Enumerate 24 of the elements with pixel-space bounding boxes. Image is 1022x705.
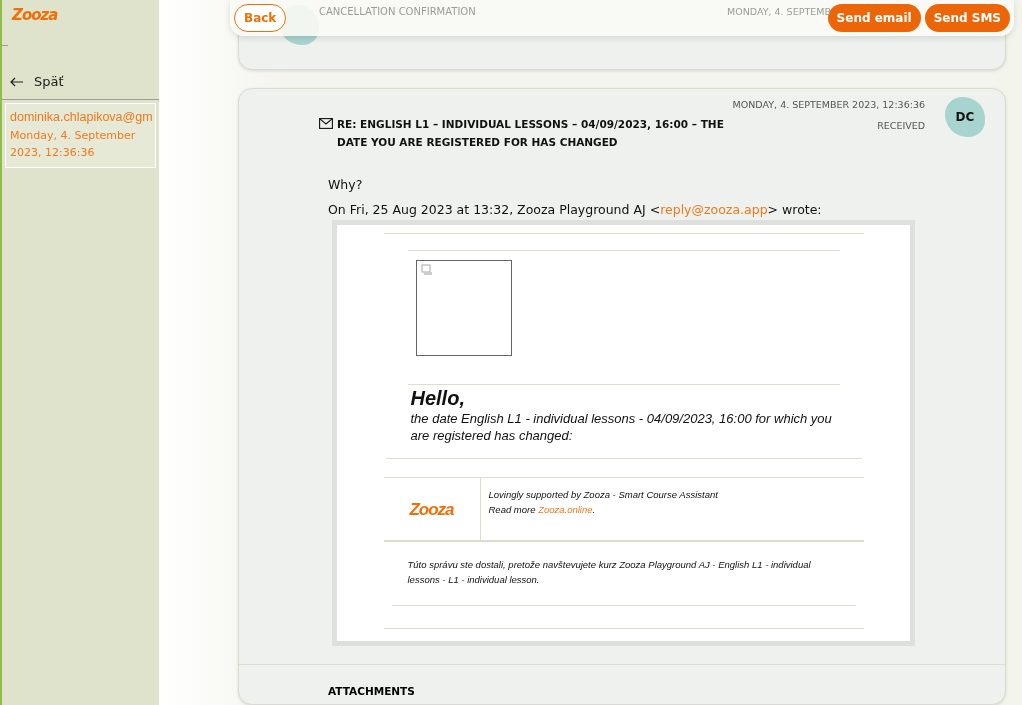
envelope-icon bbox=[319, 118, 333, 129]
quote-intro: On Fri, 25 Aug 2023 at 13:32, Zooza Playground AJ <reply@zooza.app> wrote: bbox=[328, 202, 823, 217]
email-text: the date English L1 - individual lessons - 04/09/2023, 16:00 for which you are registered has changed: bbox=[410, 410, 833, 444]
send-button[interactable]: Send SMS bbox=[924, 4, 1010, 32]
message-subject: RE: ENGLISH L1 – INDIVIDUAL LESSONS – 04/09/2023, 16:00 – THE DATE YOU ARE REGISTERED FOR HAS CHANGED bbox=[337, 117, 725, 150]
left-arrow-icon bbox=[10, 76, 24, 87]
back-link[interactable]: Späť bbox=[2, 46, 159, 99]
support-text: Lovingly supported by Zooza - Smart Course Assistant bbox=[488, 488, 718, 502]
message-list-item[interactable]: dominika.chlapikova@gm Monday, 4. September 2023, 12:36:36 bbox=[5, 103, 156, 168]
back-button[interactable]: Back bbox=[234, 4, 287, 32]
notice-text: Túto správu ste dostali, pretože navštevujete kurz Zooza Playground AJ - English L1 - individual lessons - L1 - individual lesson. bbox=[407, 558, 812, 587]
message-date: MONDAY, 4. SEPTEMBER 2023, 12:36:36 bbox=[732, 99, 925, 110]
message-text: Why? bbox=[328, 177, 364, 192]
read-more-text: Read more Zooza.online. bbox=[488, 503, 597, 517]
logo: Zooza bbox=[10, 5, 59, 26]
avatar: DC bbox=[945, 97, 985, 137]
message-subject: CANCELLATION CONFIRMATION bbox=[319, 6, 476, 17]
email-greeting: Hello, bbox=[410, 387, 466, 410]
broken-image-icon bbox=[420, 264, 433, 276]
message-status: RECEIVED bbox=[876, 120, 925, 131]
website-link[interactable]: Zooza.online bbox=[538, 504, 593, 515]
attachments-heading: ATTACHMENTS bbox=[328, 685, 416, 697]
footer-logo: Zooza bbox=[409, 501, 454, 517]
email-link[interactable]: reply@zooza.app bbox=[660, 202, 768, 217]
